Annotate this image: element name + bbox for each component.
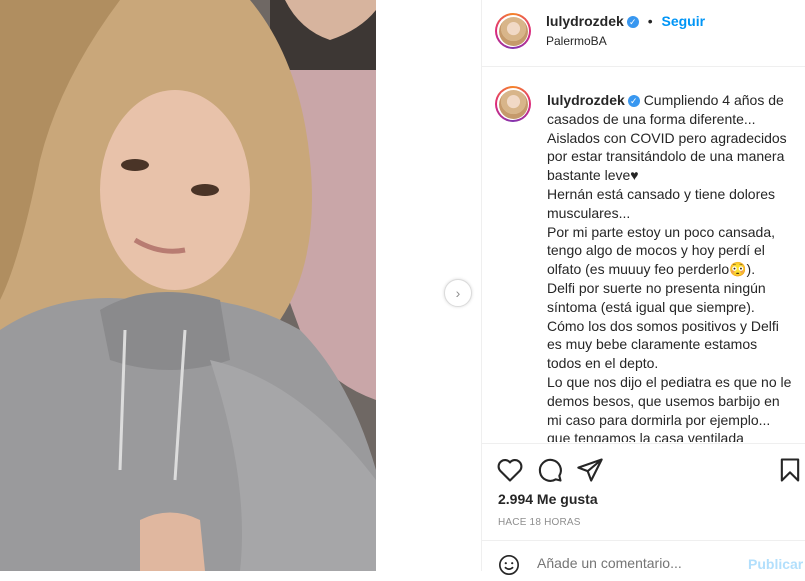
post-photo[interactable] <box>0 0 376 571</box>
verified-badge-icon: ✓ <box>626 16 639 29</box>
post-caption: lulydrozdek ✓ Cumpliendo 4 años de casado… <box>547 91 795 442</box>
bookmark-icon[interactable] <box>776 456 804 484</box>
comment-form: Publicar <box>482 540 805 581</box>
next-photo-button[interactable]: › <box>444 279 472 307</box>
caption-line: Aislados con COVID pero agradecidos por … <box>547 129 787 184</box>
post-sidebar: lulydrozdek ✓ • Seguir PalermoBA lulydroz… <box>481 0 805 575</box>
caption-line: Delfi por suerte no presenta ningún sínt… <box>547 279 766 315</box>
caption-username[interactable]: lulydrozdek <box>547 92 625 108</box>
separator-dot: • <box>647 13 653 29</box>
caption-line: Lo que nos dijo el pediatra es que no le… <box>547 373 792 442</box>
follow-button[interactable]: Seguir <box>661 13 705 29</box>
likes-count[interactable]: 2.994 Me gusta <box>498 491 598 507</box>
post-timestamp[interactable]: HACE 18 HORAS <box>498 517 581 528</box>
caption-avatar-image <box>498 89 528 119</box>
avatar-image <box>498 16 528 46</box>
caption-line: Cómo los dos somos positivos y Delfi es … <box>547 317 779 372</box>
post-header: lulydrozdek ✓ • Seguir PalermoBA <box>482 0 805 67</box>
comment-bubble-icon[interactable] <box>536 456 564 484</box>
caption-line: Hernán está cansado y tiene dolores musc… <box>547 185 776 221</box>
avatar[interactable] <box>495 13 531 49</box>
caption-line: lulydrozdek ✓ Cumpliendo 4 años de casado… <box>547 92 784 127</box>
emoji-smile-icon[interactable] <box>498 554 520 576</box>
caption-avatar[interactable] <box>495 86 531 122</box>
header-username[interactable]: lulydrozdek <box>546 13 624 29</box>
caption-line: Por mi parte estoy un poco cansada, teng… <box>547 223 776 278</box>
location-link[interactable]: PalermoBA <box>546 34 607 48</box>
photo-illustration <box>0 0 376 571</box>
paper-plane-icon[interactable] <box>576 456 604 484</box>
header-user-row: lulydrozdek ✓ • Seguir <box>546 13 705 29</box>
heart-icon[interactable] <box>496 456 524 484</box>
verified-badge-icon: ✓ <box>627 95 640 108</box>
comment-input[interactable] <box>537 555 737 571</box>
chevron-right-icon: › <box>455 285 461 301</box>
comments-area: lulydrozdek ✓ Cumpliendo 4 años de casado… <box>482 67 805 442</box>
publish-button[interactable]: Publicar <box>748 556 803 572</box>
action-bar: 2.994 Me gusta HACE 18 HORAS Publicar <box>482 443 805 575</box>
